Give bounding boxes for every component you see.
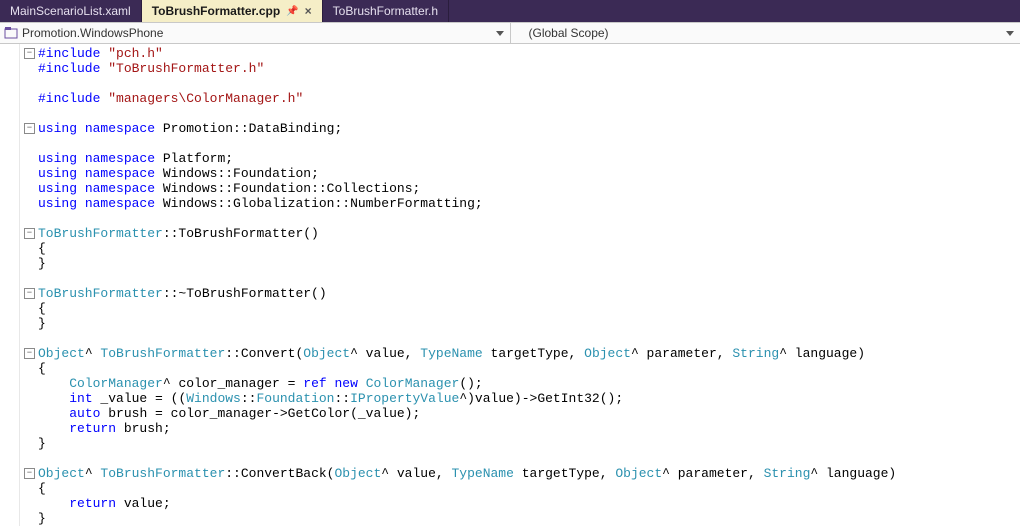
code-text: { [38,361,46,376]
code-text: #include "managers\ColorManager.h" [38,91,303,106]
code-line[interactable]: { [24,241,1020,256]
code-line[interactable] [24,451,1020,466]
scope-selector[interactable]: (Global Scope) [511,23,1020,43]
code-text: return value; [38,496,171,511]
code-text: using namespace Windows::Foundation; [38,166,319,181]
gutter [0,44,20,526]
code-text: #include "pch.h" [38,46,163,61]
code-text: Object^ ToBrushFormatter::ConvertBack(Ob… [38,466,896,481]
code-line[interactable] [24,211,1020,226]
code-line[interactable]: #include "ToBrushFormatter.h" [24,61,1020,76]
close-icon[interactable]: × [305,4,312,18]
chevron-down-icon [496,31,504,36]
code-text: } [38,256,46,271]
fold-toggle[interactable]: − [24,468,35,479]
code-line[interactable]: } [24,256,1020,271]
code-line[interactable]: #include "managers\ColorManager.h" [24,91,1020,106]
tab-label: ToBrushFormatter.cpp [152,4,280,18]
code-text: int _value = ((Windows::Foundation::IPro… [38,391,623,406]
code-line[interactable]: using namespace Windows::Foundation::Col… [24,181,1020,196]
code-text: } [38,316,46,331]
editor: −#include "pch.h"#include "ToBrushFormat… [0,44,1020,526]
code-text: using namespace Platform; [38,151,233,166]
code-line[interactable]: } [24,316,1020,331]
code-text: } [38,511,46,526]
code-line[interactable]: return value; [24,496,1020,511]
code-line[interactable] [24,106,1020,121]
code-line[interactable]: using namespace Windows::Globalization::… [24,196,1020,211]
tab-bar: MainScenarioList.xaml ToBrushFormatter.c… [0,0,1020,22]
code-line[interactable] [24,271,1020,286]
code-text: { [38,481,46,496]
fold-toggle[interactable]: − [24,123,35,134]
code-line[interactable]: −Object^ ToBrushFormatter::ConvertBack(O… [24,466,1020,481]
project-name: Promotion.WindowsPhone [22,26,163,40]
code-line[interactable]: −#include "pch.h" [24,46,1020,61]
code-line[interactable]: } [24,511,1020,526]
fold-toggle[interactable]: − [24,228,35,239]
code-text: Object^ ToBrushFormatter::Convert(Object… [38,346,865,361]
project-icon [4,26,18,40]
tab-tobrush-cpp[interactable]: ToBrushFormatter.cpp 📌 × [142,0,323,22]
code-line[interactable]: { [24,301,1020,316]
fold-toggle[interactable]: − [24,48,35,59]
code-line[interactable]: −ToBrushFormatter::ToBrushFormatter() [24,226,1020,241]
tab-main-scenario[interactable]: MainScenarioList.xaml [0,0,142,22]
code-text: using namespace Windows::Foundation::Col… [38,181,420,196]
code-text: ToBrushFormatter::~ToBrushFormatter() [38,286,327,301]
nav-bar: Promotion.WindowsPhone (Global Scope) [0,22,1020,44]
code-line[interactable]: int _value = ((Windows::Foundation::IPro… [24,391,1020,406]
code-line[interactable]: return brush; [24,421,1020,436]
code-line[interactable]: −using namespace Promotion::DataBinding; [24,121,1020,136]
code-text: { [38,241,46,256]
code-line[interactable]: auto brush = color_manager->GetColor(_va… [24,406,1020,421]
tab-label: ToBrushFormatter.h [333,4,438,18]
code-text: auto brush = color_manager->GetColor(_va… [38,406,420,421]
fold-toggle[interactable]: − [24,348,35,359]
code-text: { [38,301,46,316]
code-area[interactable]: −#include "pch.h"#include "ToBrushFormat… [20,44,1020,526]
code-line[interactable]: { [24,361,1020,376]
code-line[interactable]: { [24,481,1020,496]
code-line[interactable]: −Object^ ToBrushFormatter::Convert(Objec… [24,346,1020,361]
code-text: ToBrushFormatter::ToBrushFormatter() [38,226,319,241]
code-line[interactable] [24,331,1020,346]
code-line[interactable]: using namespace Windows::Foundation; [24,166,1020,181]
code-line[interactable]: ColorManager^ color_manager = ref new Co… [24,376,1020,391]
pin-icon[interactable]: 📌 [286,6,298,17]
code-text: return brush; [38,421,171,436]
code-text: ColorManager^ color_manager = ref new Co… [38,376,483,391]
code-text: } [38,436,46,451]
code-text: using namespace Promotion::DataBinding; [38,121,342,136]
tab-tobrush-h[interactable]: ToBrushFormatter.h [323,0,449,22]
scope-name: (Global Scope) [529,26,609,40]
code-line[interactable]: using namespace Platform; [24,151,1020,166]
fold-toggle[interactable]: − [24,288,35,299]
code-line[interactable]: } [24,436,1020,451]
code-line[interactable] [24,136,1020,151]
project-selector[interactable]: Promotion.WindowsPhone [0,23,511,43]
chevron-down-icon [1006,31,1014,36]
code-text: #include "ToBrushFormatter.h" [38,61,264,76]
tab-label: MainScenarioList.xaml [10,4,131,18]
code-line[interactable] [24,76,1020,91]
code-line[interactable]: −ToBrushFormatter::~ToBrushFormatter() [24,286,1020,301]
code-text: using namespace Windows::Globalization::… [38,196,483,211]
